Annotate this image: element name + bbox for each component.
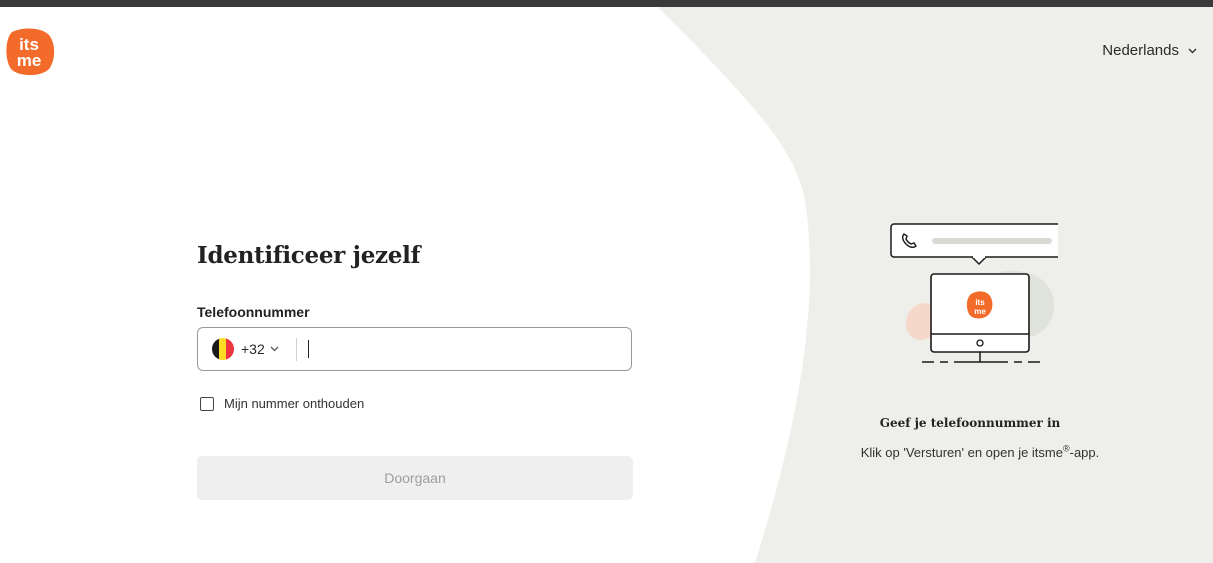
svg-text:its: its xyxy=(975,298,985,307)
belgium-flag-icon xyxy=(212,338,234,360)
remember-number-option[interactable]: Mijn nummer onthouden xyxy=(200,396,364,411)
side-text-end: -app. xyxy=(1069,445,1100,460)
language-label: Nederlands xyxy=(1102,42,1179,59)
phone-entry-illustration: its me xyxy=(888,220,1070,375)
phone-label: Telefoonnummer xyxy=(197,304,310,320)
country-code: +32 xyxy=(241,341,265,357)
phone-field: +32 xyxy=(197,327,632,371)
phone-number-input[interactable] xyxy=(306,336,620,364)
svg-text:me: me xyxy=(974,307,986,316)
field-divider xyxy=(296,338,297,361)
country-code-selector[interactable]: +32 xyxy=(212,338,279,360)
remember-checkbox[interactable] xyxy=(200,396,214,411)
text-caret xyxy=(308,340,309,358)
side-title: Geef je telefoonnummer in xyxy=(879,416,1061,430)
svg-text:me: me xyxy=(17,51,42,70)
remember-label: Mijn nummer onthouden xyxy=(224,396,365,411)
side-description: Klik op 'Versturen' en open je itsme®-ap… xyxy=(845,442,1115,464)
chevron-down-icon xyxy=(1188,48,1197,54)
page-title: Identificeer jezelf xyxy=(197,242,421,269)
itsme-logo: its me xyxy=(4,26,56,78)
continue-button[interactable]: Doorgaan xyxy=(197,456,633,500)
side-text-start: Klik op 'Versturen' en open je itsme xyxy=(860,445,1063,460)
language-selector[interactable]: Nederlands xyxy=(1102,42,1197,59)
chevron-down-icon xyxy=(270,346,279,352)
registered-mark: ® xyxy=(1062,443,1070,454)
